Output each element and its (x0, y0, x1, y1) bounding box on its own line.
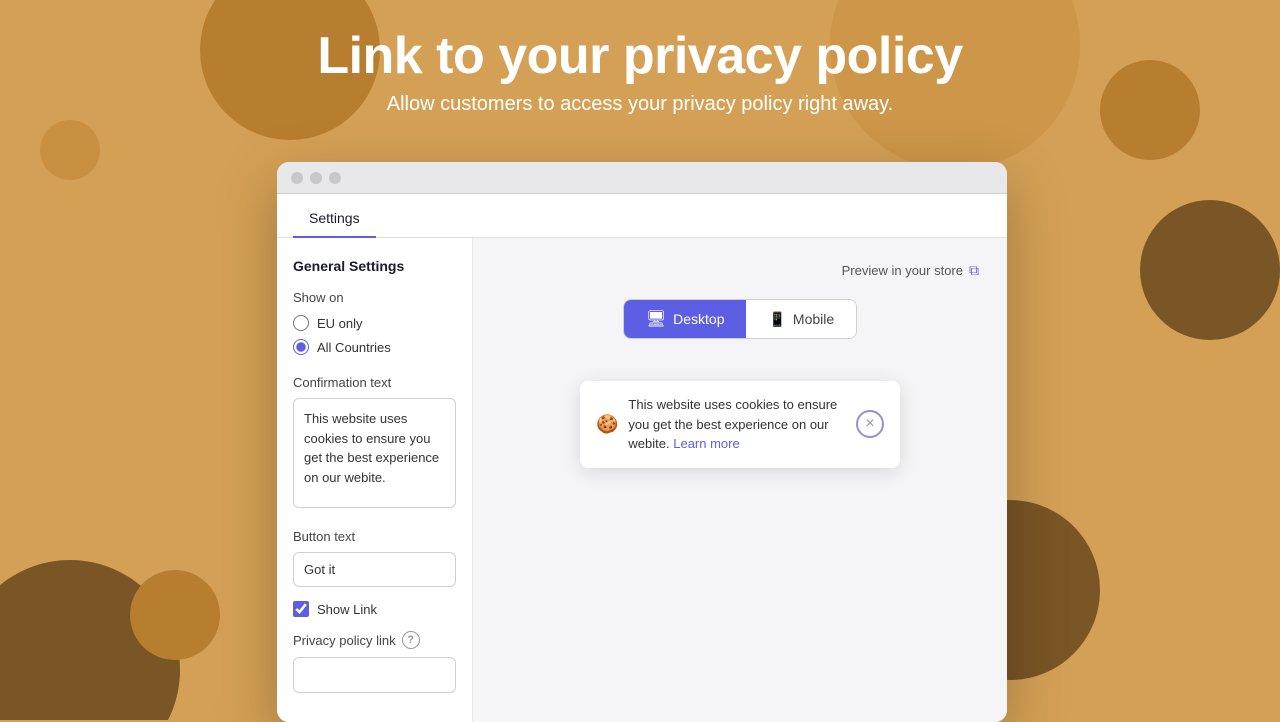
show-link-checkbox[interactable] (293, 601, 309, 617)
cookie-icon: 🍪 (596, 414, 618, 435)
radio-eu-label: EU only (317, 316, 363, 331)
desktop-label: Desktop (673, 311, 724, 327)
privacy-link-row: Privacy policy link ? (293, 631, 456, 649)
cookie-close-button[interactable]: × (856, 410, 884, 438)
section-title: General Settings (293, 258, 456, 274)
device-toggle: 🖥 Desktop 📱 Mobile (623, 299, 857, 339)
button-text-label: Button text (293, 529, 456, 544)
bg-circle (1140, 200, 1280, 340)
app-window: Settings General Settings Show on EU onl… (277, 162, 1007, 722)
hero-section: Link to your privacy policy Allow custom… (0, 0, 1280, 116)
desktop-icon: 🖥 (646, 309, 666, 329)
left-panel: General Settings Show on EU only All Cou… (277, 238, 473, 722)
show-on-radio-group: EU only All Countries (293, 315, 456, 355)
hero-title: Link to your privacy policy (0, 28, 1280, 85)
show-link-label: Show Link (317, 602, 377, 617)
button-text-input[interactable] (293, 552, 456, 587)
bg-circle (40, 120, 100, 180)
desktop-button[interactable]: 🖥 Desktop (624, 300, 747, 338)
mobile-button[interactable]: 📱 Mobile (746, 300, 856, 338)
tab-bar: Settings (277, 194, 1007, 238)
radio-all-option[interactable]: All Countries (293, 339, 456, 355)
bg-circle (0, 560, 180, 720)
preview-area: 🍪 This website uses cookies to ensure yo… (501, 371, 979, 698)
help-icon[interactable]: ? (402, 631, 420, 649)
show-link-row: Show Link (293, 601, 456, 617)
learn-more-link[interactable]: Learn more (673, 436, 739, 451)
confirmation-text-label: Confirmation text (293, 375, 456, 390)
show-on-label: Show on (293, 290, 456, 305)
mobile-label: Mobile (793, 311, 834, 327)
chrome-dot-minimize (310, 172, 322, 184)
privacy-link-input[interactable] (293, 657, 456, 693)
radio-eu-input[interactable] (293, 315, 309, 331)
bg-circle (130, 570, 220, 660)
right-panel: Preview in your store ⧉ 🖥 Desktop 📱 Mobi… (473, 238, 1007, 722)
main-content: General Settings Show on EU only All Cou… (277, 238, 1007, 722)
confirmation-text-input[interactable]: This website uses cookies to ensure you … (293, 398, 456, 508)
preview-header: Preview in your store ⧉ (501, 262, 979, 279)
cookie-text: This website uses cookies to ensure you … (628, 395, 846, 454)
chrome-dot-close (291, 172, 303, 184)
hero-subtitle: Allow customers to access your privacy p… (0, 93, 1280, 116)
tab-settings[interactable]: Settings (293, 200, 376, 238)
window-chrome (277, 162, 1007, 194)
close-icon: × (865, 415, 874, 433)
radio-eu-option[interactable]: EU only (293, 315, 456, 331)
radio-all-label: All Countries (317, 340, 391, 355)
mobile-icon: 📱 (768, 311, 785, 328)
external-link-icon[interactable]: ⧉ (969, 262, 979, 279)
preview-label: Preview in your store (842, 263, 963, 278)
chrome-dot-maximize (329, 172, 341, 184)
privacy-link-label: Privacy policy link (293, 633, 396, 648)
radio-all-input[interactable] (293, 339, 309, 355)
cookie-banner: 🍪 This website uses cookies to ensure yo… (580, 381, 900, 468)
